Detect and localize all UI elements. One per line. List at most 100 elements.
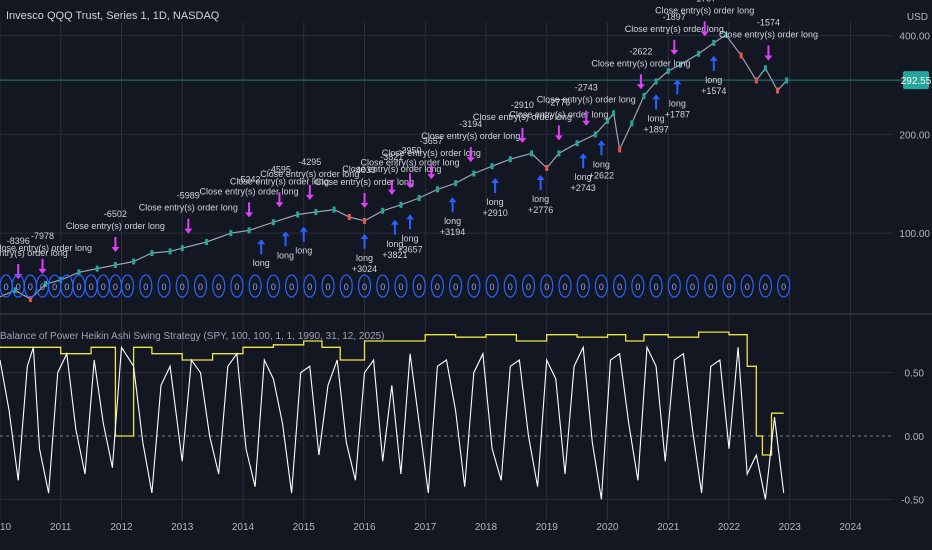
signal-marker-label: 0	[28, 282, 33, 292]
signal-marker-label: 0	[635, 282, 640, 292]
indicator-tick-label: -0.50	[901, 495, 924, 506]
last-price-label: 292.55	[901, 76, 932, 87]
x-tick-label: 2020	[596, 522, 619, 533]
entry-value: +1897	[643, 124, 668, 134]
exit-value: -2622	[629, 46, 652, 56]
chart-title: Invesco QQQ Trust, Series 1, 1D, NASDAQ	[6, 10, 220, 22]
price-candle	[399, 201, 403, 208]
entry-label: long	[487, 197, 504, 207]
price-candle	[362, 217, 366, 224]
signal-marker-label: 0	[526, 282, 531, 292]
entry-value: +2776	[528, 205, 553, 215]
y-tick-label: 200.00	[899, 130, 930, 141]
entry-value: +2910	[482, 208, 507, 218]
signal-marker-label: 0	[271, 282, 276, 292]
exit-value: -7978	[31, 231, 54, 241]
price-candle	[530, 150, 534, 157]
signal-marker-label: 0	[708, 282, 713, 292]
signal-marker-label: 0	[726, 282, 731, 292]
exit-label: Close entry(s) order long	[139, 203, 238, 213]
y-tick-label: 400.00	[899, 32, 930, 43]
entry-label: long	[532, 194, 549, 204]
signal-marker-label: 0	[745, 282, 750, 292]
entry-value: +1787	[665, 109, 690, 119]
price-candle	[666, 68, 670, 75]
exit-label: Close entry(s) order long	[0, 243, 92, 253]
x-tick-label: 2013	[171, 522, 194, 533]
price-candle	[712, 39, 716, 46]
x-tick-label: 2015	[293, 522, 316, 533]
entry-value: +3024	[352, 264, 377, 274]
entry-label: long	[669, 98, 686, 108]
signal-marker-label: 0	[234, 282, 239, 292]
entry-label: long	[253, 258, 270, 268]
x-tick-label: 2021	[657, 522, 680, 533]
exit-label: Close entry(s) order long	[625, 24, 724, 34]
signal-marker-label: 0	[599, 282, 604, 292]
signal-marker-label: 0	[89, 282, 94, 292]
strategy-chart[interactable]: Close entry(s) order long-8396Close entr…	[0, 0, 932, 550]
price-candle	[472, 170, 476, 177]
price-candle	[180, 245, 184, 252]
signal-marker-label: 0	[508, 282, 513, 292]
exit-value: -6502	[104, 209, 127, 219]
exit-label: Close entry(s) order long	[200, 186, 299, 196]
exit-value: -2910	[511, 100, 534, 110]
price-candle	[247, 227, 251, 234]
signal-marker-label: 0	[125, 282, 130, 292]
signal-marker-label: 0	[289, 282, 294, 292]
entry-label: long	[593, 159, 610, 169]
exit-label: Close entry(s) order long	[315, 177, 414, 187]
exit-label: Close entry(s) order long	[382, 148, 481, 158]
signal-marker-label: 0	[490, 282, 495, 292]
price-candle	[347, 214, 351, 221]
price-candle	[454, 180, 458, 187]
entry-label: long	[444, 216, 461, 226]
x-tick-label: 2024	[839, 522, 862, 533]
x-tick-label: 2010	[0, 522, 12, 533]
price-candle	[508, 156, 512, 163]
x-tick-label: 2012	[110, 522, 133, 533]
signal-marker-label: 0	[180, 282, 185, 292]
signal-marker-label: 0	[16, 282, 21, 292]
price-candle	[296, 211, 300, 218]
signal-marker-label: 0	[435, 282, 440, 292]
x-tick-label: 2022	[718, 522, 741, 533]
indicator-title: Balance of Power Heikin Ashi Swing Strat…	[0, 331, 385, 342]
x-tick-label: 2014	[232, 522, 255, 533]
signal-marker-label: 0	[471, 282, 476, 292]
entry-value: +3194	[440, 227, 465, 237]
x-tick-label: 2016	[353, 522, 376, 533]
price-candle	[381, 207, 385, 214]
entry-value: +1574	[701, 86, 726, 96]
price-candle	[150, 250, 154, 257]
exit-value: -5989	[177, 191, 200, 201]
price-candle	[618, 146, 622, 153]
price-candle	[490, 163, 494, 170]
signal-marker-label: 0	[113, 282, 118, 292]
price-candle	[557, 150, 561, 157]
price-candle	[314, 209, 318, 216]
price-candle	[271, 219, 275, 226]
signal-marker-label: 0	[362, 282, 367, 292]
exit-label: Close entry(s) order long	[66, 221, 165, 231]
entry-label: long	[705, 75, 722, 85]
price-candle	[739, 52, 743, 59]
price-candle	[630, 120, 634, 127]
price-candle	[654, 78, 658, 85]
entry-value: +2743	[571, 183, 596, 193]
price-candle	[435, 186, 439, 193]
signal-marker-label: 0	[654, 282, 659, 292]
signal-marker-label: 0	[763, 282, 768, 292]
signal-marker-label: 0	[162, 282, 167, 292]
signal-marker-label: 0	[4, 282, 9, 292]
signal-marker-label: 0	[617, 282, 622, 292]
price-candle	[229, 230, 233, 237]
exit-label: Close entry(s) order long	[719, 30, 818, 40]
price-candle	[697, 50, 701, 57]
entry-label: long	[402, 233, 419, 243]
price-candle	[642, 92, 646, 99]
signal-marker-label: 0	[453, 282, 458, 292]
price-candle	[593, 131, 597, 138]
signal-marker-label: 0	[40, 282, 45, 292]
